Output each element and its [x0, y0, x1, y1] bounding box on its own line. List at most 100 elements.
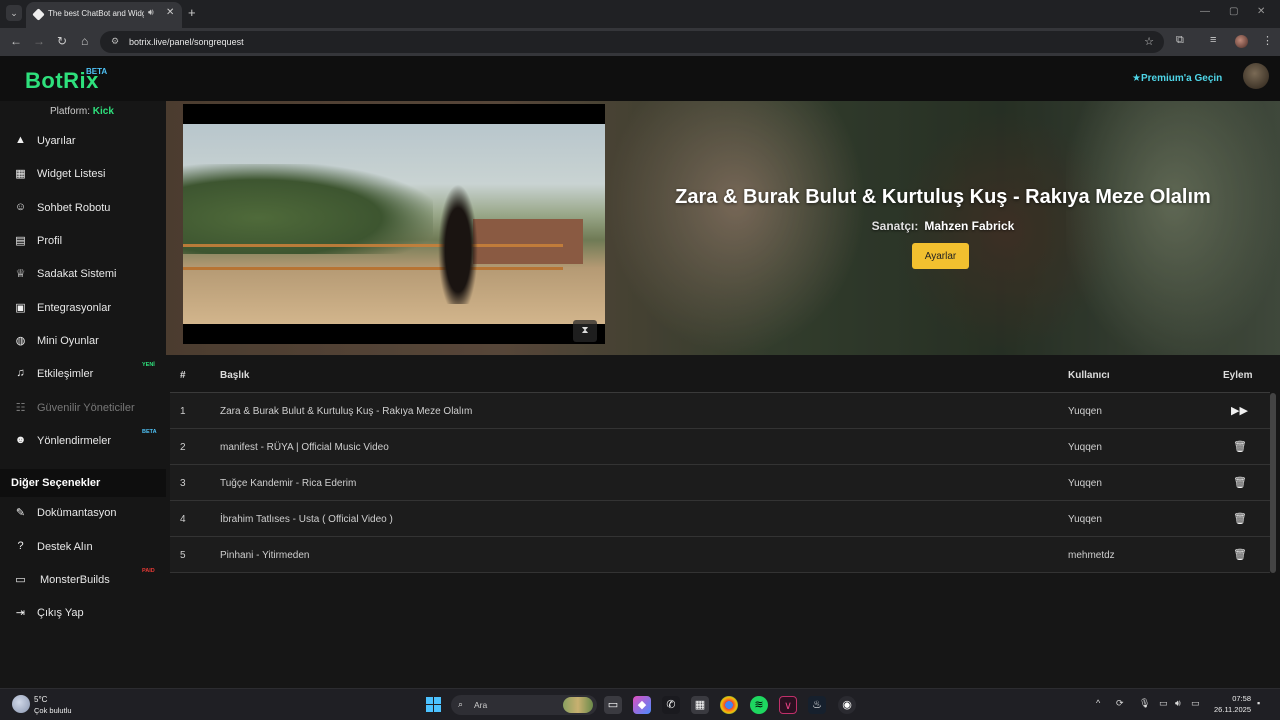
col-title: Başlık — [220, 370, 250, 381]
favicon-icon — [32, 8, 45, 21]
weather-temp[interactable]: 5°C — [34, 695, 47, 704]
back-icon[interactable]: ← — [10, 34, 22, 48]
maximize-icon[interactable]: ▢ — [1229, 6, 1238, 17]
weather-desc[interactable]: Çok bulutlu — [34, 706, 72, 715]
warning-icon: ▲ — [15, 134, 26, 146]
steam-icon[interactable]: ♨ — [808, 696, 826, 714]
forward-icon[interactable]: → — [33, 34, 45, 48]
sidebar: Platform: Kick ▲ Uyarılar ▦ Widget Liste… — [0, 101, 166, 688]
extensions-icon[interactable]: ⧉ — [1176, 34, 1184, 47]
trash-icon[interactable]: 🗑︎ — [1233, 548, 1247, 561]
browser-tab[interactable]: The best ChatBot and Widgets 🔊︎ ✕ — [26, 2, 182, 28]
windows-start-icon[interactable] — [426, 697, 441, 712]
now-playing-title: Zara & Burak Bulut & Kurtuluş Kuş - Rakı… — [675, 186, 1211, 208]
star-icon: ★ — [1132, 73, 1141, 84]
tab-title: The best ChatBot and Widgets — [48, 9, 144, 18]
sidebar-item-minigames[interactable]: ◍ Mini Oyunlar — [0, 325, 166, 358]
col-action: Eylem — [1223, 370, 1253, 381]
video-player[interactable]: ⧗ — [183, 104, 605, 344]
scroll-icon: ✎ — [15, 507, 26, 519]
address-bar[interactable]: ⚙ botrix.live/panel/songrequest ☆ — [100, 31, 1164, 53]
close-tab-icon[interactable]: ✕ — [166, 7, 174, 18]
search-icon: ⌕ — [458, 699, 464, 709]
volume-icon[interactable]: 🔊︎ — [1175, 698, 1181, 709]
laptop-icon: ▭ — [15, 574, 26, 586]
grid-icon: ▦ — [15, 168, 26, 180]
browser-tab-bar: ⌄ The best ChatBot and Widgets 🔊︎ ✕ + — … — [0, 0, 1280, 28]
now-playing-artist: Sanatçı: Mahzen Fabrick — [871, 219, 1015, 233]
table-row: 1 Zara & Burak Bulut & Kurtuluş Kuş - Ra… — [170, 393, 1270, 429]
video-frame — [183, 124, 605, 324]
copilot-icon[interactable]: ◆ — [633, 696, 651, 714]
file-explorer-icon[interactable]: ▭ — [604, 696, 622, 714]
trophy-icon: ♕ — [15, 268, 26, 280]
premium-link[interactable]: ★Premium'a Geçin — [1132, 73, 1222, 84]
id-card-icon: ▤ — [15, 235, 26, 247]
other-options-header: Diğer Seçenekler — [0, 469, 166, 497]
app-icon[interactable]: ∨ — [779, 696, 797, 714]
clock-date[interactable]: 26.11.2025 — [1210, 705, 1251, 714]
menu-kebab-icon[interactable]: ⋮ — [1262, 34, 1273, 47]
site-info-icon[interactable]: ⚙ — [111, 36, 119, 47]
windows-taskbar: 5°C Çok bulutlu ⌕ Ara ▭ ◆ ✆ ▦ ≋ ∨ ♨ ◉ ^ … — [0, 688, 1280, 720]
sidebar-item-integrations[interactable]: ▣ Entegrasyonlar — [0, 292, 166, 325]
user-avatar[interactable] — [1243, 63, 1269, 89]
sidebar-item-interactions[interactable]: ♫ Etkileşimler YENİ — [0, 358, 166, 391]
browser-toolbar: ← → ↻ ⌂ ⚙ botrix.live/panel/songrequest … — [0, 28, 1280, 56]
close-window-icon[interactable]: ✕ — [1257, 6, 1265, 17]
new-tab-icon[interactable]: + — [188, 5, 196, 20]
sidebar-item-monsterbuilds[interactable]: ▭ MonsterBuilds PAID — [0, 564, 166, 597]
sidebar-item-trusted-managers[interactable]: ☷ Güvenilir Yöneticiler — [0, 392, 166, 425]
url-text[interactable]: botrix.live/panel/songrequest — [129, 37, 244, 47]
sidebar-item-loyalty[interactable]: ♕ Sadakat Sistemi — [0, 258, 166, 291]
trash-icon[interactable]: 🗑︎ — [1233, 476, 1247, 489]
music-icon: ♫ — [16, 367, 25, 379]
spotify-icon[interactable]: ≋ — [750, 696, 768, 714]
store-icon[interactable]: ▦ — [691, 696, 709, 714]
app-record-icon[interactable]: ◉ — [838, 696, 856, 714]
new-badge: YENİ — [142, 362, 155, 368]
sidebar-item-widgets[interactable]: ▦ Widget Listesi — [0, 158, 166, 191]
skip-forward-icon[interactable]: ▶▶ — [1231, 404, 1248, 417]
sidebar-item-alerts[interactable]: ▲ Uyarılar — [0, 125, 166, 158]
tab-search-icon[interactable]: ⌄ — [6, 5, 22, 21]
home-icon[interactable]: ⌂ — [81, 34, 88, 48]
sync-icon[interactable]: ⟳ — [1116, 698, 1124, 709]
trash-icon[interactable]: 🗑︎ — [1233, 512, 1247, 525]
trash-icon[interactable]: 🗑︎ — [1233, 440, 1247, 453]
tray-expand-icon[interactable]: ^ — [1096, 698, 1100, 708]
settings-button[interactable]: Ayarlar — [912, 243, 969, 269]
premium-label: Premium'a Geçin — [1140, 73, 1223, 84]
sidebar-item-redirects[interactable]: ☻ Yönlendirmeler BETA — [0, 425, 166, 458]
browser-profile-avatar[interactable] — [1235, 35, 1248, 48]
taskbar-search[interactable]: ⌕ Ara — [451, 695, 597, 715]
table-row: 4 İbrahim Tatlıses - Usta ( Official Vid… — [170, 501, 1270, 537]
app-header: BotRix BETA ★Premium'a Geçin — [0, 56, 1280, 101]
table-scrollbar[interactable] — [1270, 393, 1276, 573]
sidebar-item-documentation[interactable]: ✎ Dokümantasyon — [0, 497, 166, 530]
media-control-icon[interactable]: ≡ — [1210, 34, 1216, 46]
sidebar-item-profile[interactable]: ▤ Profil — [0, 225, 166, 258]
table-header: # Başlık Kullanıcı Eylem — [170, 358, 1270, 393]
reload-icon[interactable]: ↻ — [57, 34, 67, 48]
table-row: 2 manifest - RÜYA | Official Music Video… — [170, 429, 1270, 465]
col-user: Kullanıcı — [1068, 370, 1110, 381]
sidebar-item-chatbot[interactable]: ☺ Sohbet Robotu — [0, 192, 166, 225]
whatsapp-icon[interactable]: ✆ — [662, 696, 680, 714]
weather-cloud-icon[interactable] — [12, 695, 30, 713]
sidebar-item-logout[interactable]: ⇥ Çıkış Yap — [0, 597, 166, 630]
clock-time[interactable]: 07:58 — [1223, 694, 1251, 703]
microphone-icon[interactable]: 🎙︎ — [1139, 698, 1150, 709]
minimize-icon[interactable]: — — [1200, 6, 1210, 17]
platform-indicator: Platform: Kick — [50, 106, 114, 117]
logout-icon: ⇥ — [15, 607, 26, 619]
bookmark-star-icon[interactable]: ☆ — [1144, 35, 1154, 48]
display-icon[interactable]: ▭ — [1159, 698, 1168, 709]
chrome-icon[interactable] — [720, 696, 738, 714]
users-icon: ☷ — [15, 402, 26, 414]
battery-icon[interactable]: ▭ — [1191, 698, 1200, 709]
table-row: 3 Tuğçe Kandemir - Rica Ederim Yuqqen 🗑︎ — [170, 465, 1270, 501]
notification-icon[interactable]: ▪ — [1257, 698, 1260, 708]
sidebar-item-support[interactable]: ? Destek Alın — [0, 531, 166, 564]
speaker-icon[interactable]: 🔊︎ — [148, 7, 154, 18]
